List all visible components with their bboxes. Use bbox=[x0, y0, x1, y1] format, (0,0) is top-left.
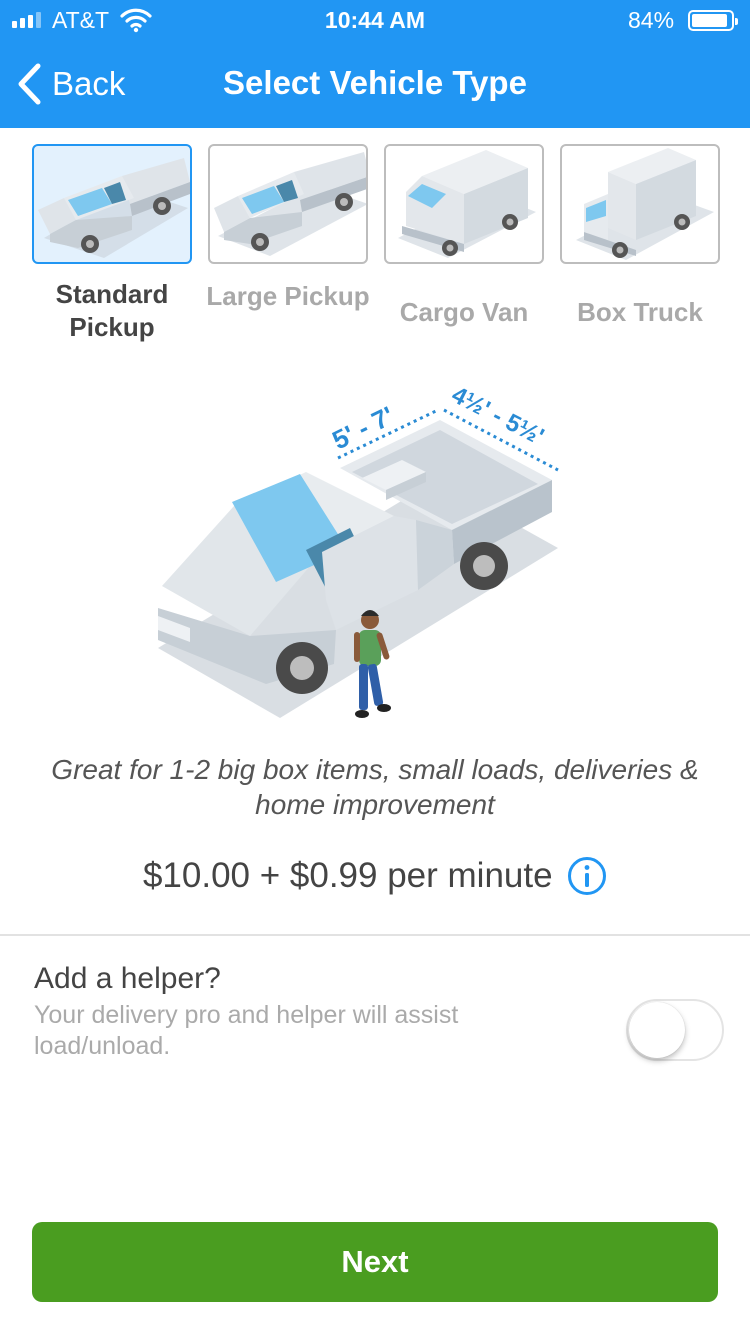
battery-percent: 84% bbox=[628, 7, 675, 33]
vehicle-description: Great for 1-2 big box items, small loads… bbox=[51, 754, 699, 820]
standard-pickup-thumbnail bbox=[32, 144, 192, 264]
pickup-truck-icon bbox=[38, 158, 190, 258]
battery-icon bbox=[688, 10, 738, 31]
vehicle-option-label: Box Truck bbox=[577, 297, 703, 327]
helper-toggle[interactable] bbox=[626, 999, 724, 1061]
cargo-van-thumbnail bbox=[384, 144, 544, 264]
back-label: Back bbox=[52, 65, 126, 102]
toggle-knob bbox=[629, 1002, 685, 1058]
section-divider bbox=[0, 934, 750, 936]
chevron-left-icon bbox=[18, 63, 41, 105]
pricing-row: $10.00 + $0.99 per minute bbox=[0, 856, 750, 902]
next-button[interactable]: Next bbox=[32, 1222, 718, 1302]
vehicle-option-cargo-van[interactable]: Cargo Van bbox=[384, 144, 544, 354]
vehicle-option-label: Large Pickup bbox=[206, 281, 370, 311]
large-pickup-thumbnail bbox=[208, 144, 368, 264]
nav-bar: AT&T 10:44 AM 84% Back Select Vehicle Ty… bbox=[0, 0, 750, 128]
vehicle-option-label: Standard Pickup bbox=[55, 279, 169, 342]
vehicle-option-standard-pickup[interactable]: Standard Pickup bbox=[32, 144, 192, 354]
helper-title: Add a helper? bbox=[34, 962, 221, 995]
cargo-van-icon bbox=[398, 150, 536, 258]
box-truck-icon bbox=[576, 148, 714, 260]
vehicle-option-box-truck[interactable]: Box Truck bbox=[560, 144, 720, 354]
box-truck-thumbnail bbox=[560, 144, 720, 264]
info-icon[interactable] bbox=[567, 856, 607, 896]
back-button[interactable]: Back bbox=[14, 60, 125, 108]
status-bar: AT&T 10:44 AM 84% bbox=[0, 0, 750, 40]
vehicle-option-large-pickup[interactable]: Large Pickup bbox=[206, 144, 370, 354]
pickup-truck-illustration: 5' - 7' 4½' - 5½' bbox=[158, 381, 559, 718]
vehicle-option-label: Cargo Van bbox=[399, 297, 529, 327]
helper-subtitle: Your delivery pro and helper will assist… bbox=[34, 1001, 459, 1060]
price-text: $10.00 + $0.99 per minute bbox=[142, 856, 553, 895]
large-pickup-truck-icon bbox=[214, 152, 366, 256]
vehicle-type-selector: Standard Pickup Large Pickup Cargo Van B… bbox=[0, 144, 750, 354]
